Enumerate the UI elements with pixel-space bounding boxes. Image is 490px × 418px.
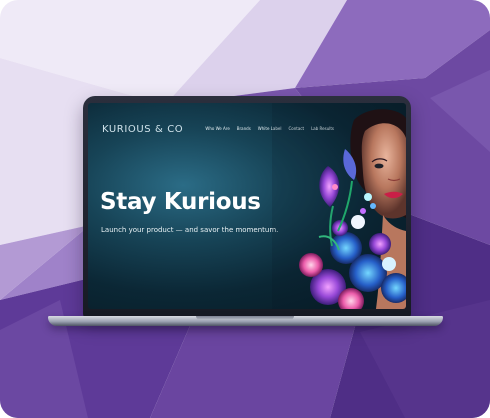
hero-title: Stay Kurious: [100, 189, 261, 215]
marketing-scene: KURIOUS & CO Who We Are Brands White Lab…: [0, 0, 490, 418]
hero-subtitle: Launch your product — and savor the mome…: [101, 226, 279, 234]
laptop-trackpad-notch: [196, 316, 294, 320]
laptop-screen: KURIOUS & CO Who We Are Brands White Lab…: [88, 103, 406, 309]
nav-link-who-we-are[interactable]: Who We Are: [205, 126, 229, 131]
nav-link-brands[interactable]: Brands: [237, 126, 251, 131]
site-logo[interactable]: KURIOUS & CO: [102, 124, 183, 135]
woman-with-flowers-image: [272, 103, 406, 309]
